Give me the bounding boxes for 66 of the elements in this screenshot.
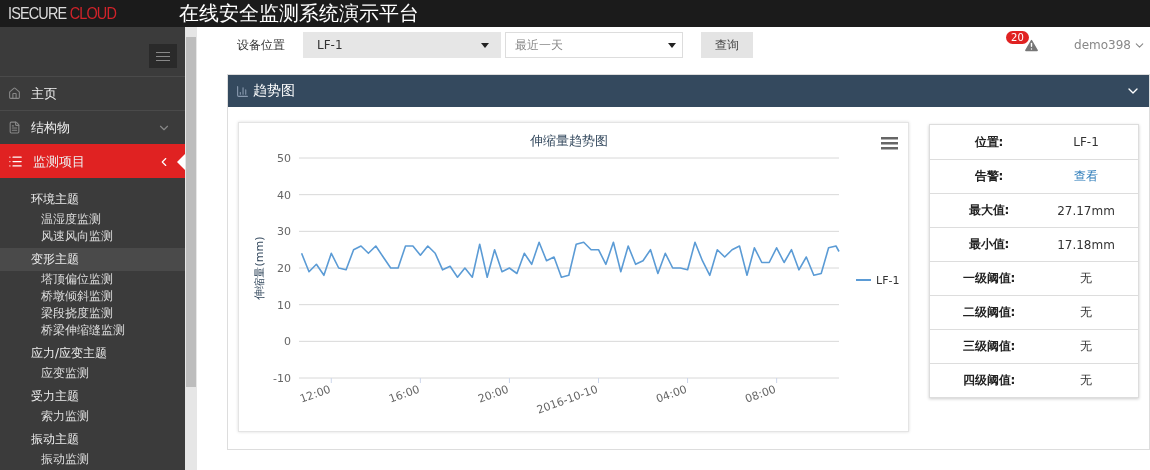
user-menu[interactable]: demo398: [1074, 38, 1146, 52]
info-label: 告警:: [973, 168, 1005, 185]
y-tick-label: 20: [277, 262, 291, 275]
location-select[interactable]: LF-1: [303, 32, 501, 58]
nav-group[interactable]: 受力主题: [0, 385, 186, 408]
home-icon: [8, 87, 21, 100]
nav-item[interactable]: 监测项目: [0, 144, 186, 178]
document-icon: [8, 121, 21, 134]
chart-icon: [236, 84, 249, 98]
range-select[interactable]: 最近一天: [505, 32, 683, 58]
info-value: 无: [1079, 270, 1093, 287]
panel-title: 趋势图: [253, 82, 296, 100]
info-label: 四级阈值:: [961, 372, 1017, 389]
app-title: 在线安全监测系统演示平台: [179, 0, 420, 27]
list-icon: [8, 154, 23, 169]
warning-icon[interactable]: [1022, 36, 1040, 54]
x-tick-label: 20:00: [476, 382, 511, 406]
info-label: 最小值:: [967, 236, 1011, 253]
nav-subitem[interactable]: 桥梁伸缩缝监测: [0, 322, 186, 339]
y-tick-label: 40: [277, 188, 291, 202]
x-tick-label: 12:00: [298, 382, 333, 406]
view-link[interactable]: 查看: [1034, 168, 1138, 185]
y-axis-label: 伸缩量(mm): [253, 236, 266, 300]
nav-subitem[interactable]: 振动监测: [0, 451, 186, 468]
info-label: 二级阈值:: [961, 304, 1017, 321]
x-tick-label: 16:00: [387, 382, 422, 406]
x-tick-label: 08:00: [743, 382, 778, 406]
info-value: LF-1: [1072, 135, 1100, 149]
info-value: 无: [1079, 372, 1093, 389]
menu-toggle-button[interactable]: [149, 44, 178, 68]
info-label: 三级阈值:: [961, 338, 1017, 355]
info-value: 17.18mm: [1056, 237, 1116, 252]
y-tick-label: -10: [273, 372, 291, 385]
nav-subitem[interactable]: 梁段挠度监测: [0, 305, 186, 322]
x-tick-label: 04:00: [654, 382, 689, 406]
nav-subitem[interactable]: 应变监测: [0, 365, 186, 382]
nav-group[interactable]: 环境主题: [0, 188, 186, 211]
nav-label: 主页: [31, 84, 58, 103]
info-value: 无: [1079, 338, 1093, 355]
nav-subitem[interactable]: 风速风向监测: [0, 228, 186, 245]
info-value: 无: [1079, 304, 1093, 321]
info-label: 一级阈值:: [961, 270, 1017, 287]
info-label: 位置:: [973, 133, 1005, 151]
y-tick-label: 10: [277, 298, 291, 312]
chart-title: 伸缩量趋势图: [530, 133, 608, 148]
legend-label[interactable]: LF-1: [876, 274, 900, 287]
nav-group[interactable]: 变形主题: [0, 248, 186, 271]
y-tick-label: 30: [277, 225, 291, 239]
brand-logo: ISECURE CLOUD: [8, 3, 117, 24]
y-tick-label: 50: [277, 152, 291, 165]
nav-subitem[interactable]: 塔顶偏位监测: [0, 271, 186, 288]
y-tick-label: 0: [284, 335, 291, 349]
nav-subitem[interactable]: 温湿度监测: [0, 211, 186, 228]
query-button[interactable]: 查询: [701, 32, 753, 58]
nav-label: 结构物: [31, 118, 71, 137]
scrollbar-thumb[interactable]: [186, 37, 197, 387]
nav-label: 监测项目: [33, 152, 86, 171]
nav-group[interactable]: 振动主题: [0, 428, 186, 451]
alert-count: 20: [1006, 31, 1029, 44]
nav-group[interactable]: 应力/应变主题: [0, 342, 186, 365]
menu-icon[interactable]: [881, 137, 898, 150]
info-value: 27.17mm: [1056, 203, 1116, 218]
info-label: 最大值:: [967, 202, 1011, 219]
location-label: 设备位置: [236, 37, 286, 53]
nav-subitem[interactable]: 桥墩倾斜监测: [0, 288, 186, 305]
nav-subitem[interactable]: 索力监测: [0, 408, 186, 425]
